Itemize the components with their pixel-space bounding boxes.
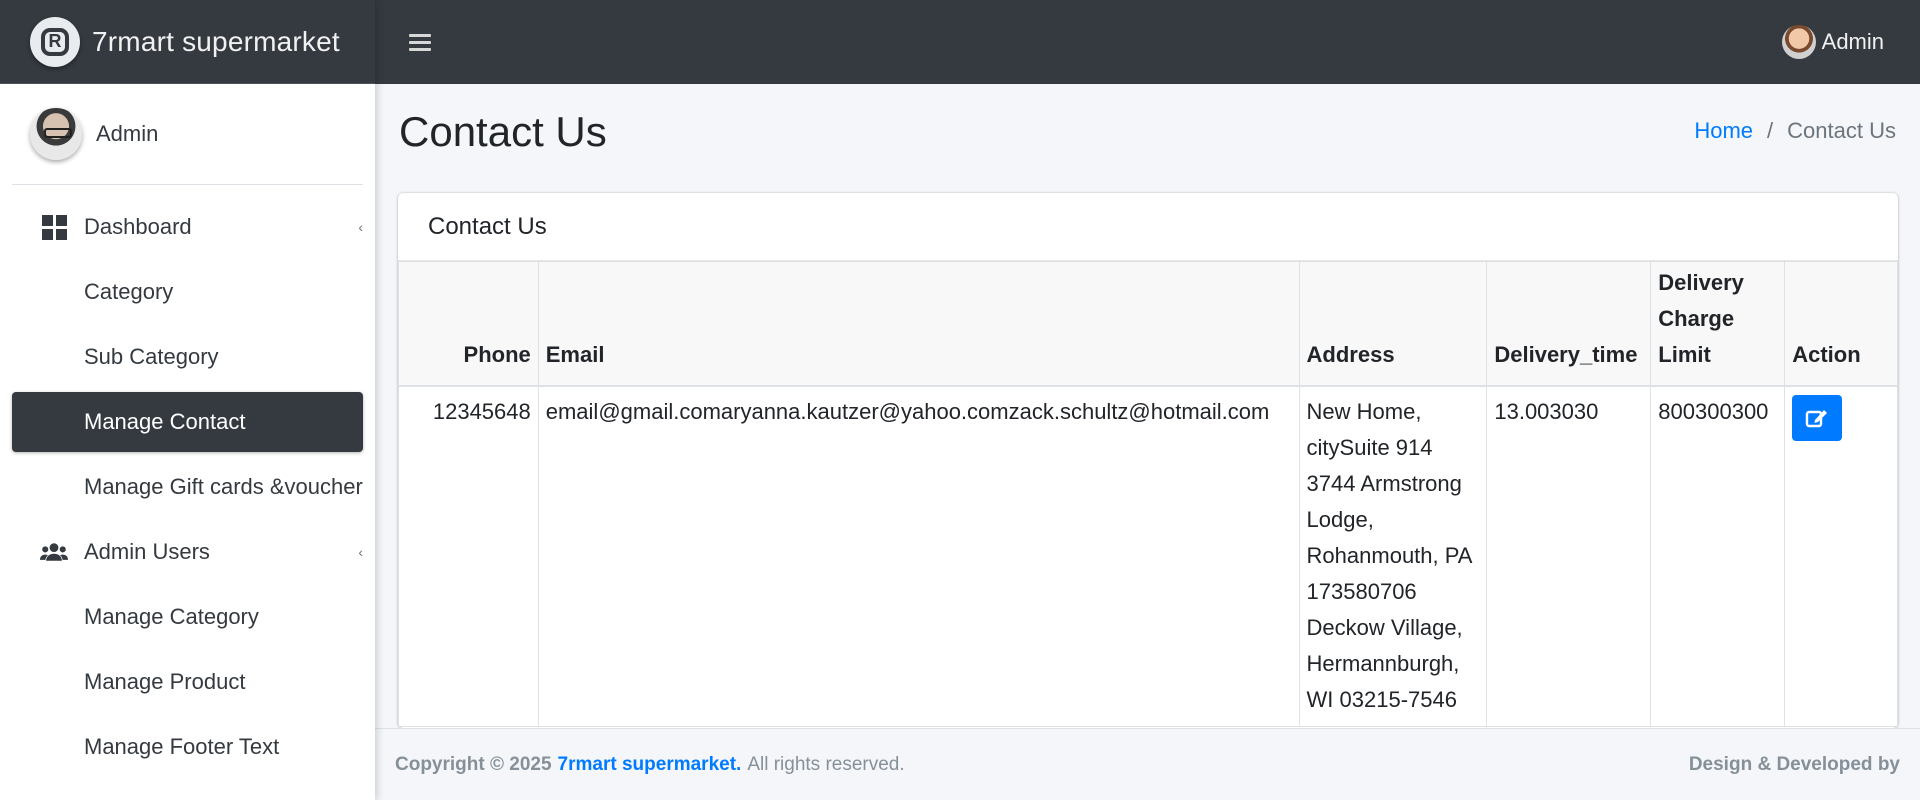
brand-link[interactable]: R 7rmart supermarket — [0, 0, 375, 84]
page-title: Contact Us — [399, 108, 607, 155]
sidebar-item-label: Dashboard — [84, 214, 192, 239]
footer-brand-link[interactable]: 7rmart supermarket. — [558, 754, 742, 776]
table-header-row: Phone Email Address Delivery_time Delive… — [398, 261, 1898, 387]
footer-copyright: Copyright © 2025 — [395, 753, 552, 775]
brand-logo-letter: R — [41, 27, 69, 56]
sidebar-item-label: Manage Product — [84, 669, 246, 694]
hamburger-icon[interactable] — [409, 33, 431, 51]
edit-icon — [1806, 409, 1828, 427]
breadcrumb: Home / Contact Us — [1694, 118, 1896, 144]
edit-button[interactable] — [1792, 394, 1843, 441]
breadcrumb-home[interactable]: Home — [1694, 118, 1753, 144]
sidebar-item-sub-category[interactable]: Sub Category — [12, 327, 363, 387]
sidebar-item-label: Manage Contact — [84, 409, 246, 434]
brand-logo: R — [30, 16, 80, 67]
user-avatar — [30, 108, 82, 160]
chevron-left-icon: ‹ — [358, 219, 363, 235]
sidebar-item-label: Category — [84, 279, 174, 304]
column-header-phone: Phone — [398, 261, 539, 387]
top-user-avatar — [1781, 25, 1816, 59]
column-header-email: Email — [537, 261, 1300, 387]
card-title: Contact Us — [398, 193, 1898, 261]
cell-phone: 12345648 — [398, 385, 539, 727]
cell-email: email@gmail.comaryanna.kautzer@yahoo.com… — [537, 385, 1300, 727]
contact-table: Phone Email Address Delivery_time Delive… — [398, 261, 1898, 727]
sidebar-item-label: Admin Users — [84, 539, 210, 564]
column-header-delivery-charge-limit: Delivery Charge Limit — [1650, 261, 1786, 387]
user-panel-name[interactable]: Admin — [96, 121, 158, 147]
cell-action — [1784, 385, 1898, 727]
sidebar-item-admin-users[interactable]: Admin Users ‹ — [12, 522, 363, 582]
sidebar-item-manage-contact[interactable]: Manage Contact — [12, 392, 363, 452]
brand-name: 7rmart supermarket — [92, 25, 340, 57]
column-header-address: Address — [1298, 261, 1488, 387]
users-icon — [40, 538, 68, 566]
cell-delivery-charge-limit: 800300300 — [1650, 385, 1786, 727]
sidebar-item-manage-category[interactable]: Manage Category — [12, 587, 363, 647]
contact-card: Contact Us Phone Email Address Delivery_… — [398, 193, 1898, 728]
sidebar-item-label: Manage Gift cards &voucher — [84, 474, 363, 499]
sidebar-item-dashboard[interactable]: Dashboard ‹ — [12, 197, 363, 257]
cell-delivery-time: 13.003030 — [1486, 385, 1652, 727]
topbar: Admin — [375, 0, 1920, 84]
cell-address: New Home, citySuite 914 3744 Armstrong L… — [1298, 385, 1488, 727]
breadcrumb-separator: / — [1767, 118, 1774, 143]
footer-credit: Design & Developed by — [1688, 753, 1900, 775]
column-header-delivery-time: Delivery_time — [1486, 261, 1652, 387]
content: Contact Us Home / Contact Us Contact Us … — [375, 84, 1920, 728]
sidebar-item-label: Manage Category — [84, 604, 259, 629]
footer-rights: All rights reserved. — [747, 753, 905, 775]
chevron-left-icon: ‹ — [358, 544, 363, 560]
column-header-action: Action — [1784, 261, 1898, 387]
sidebar-item-category[interactable]: Category — [12, 262, 363, 322]
sidebar-nav: Dashboard ‹ Category Sub Category Manage… — [0, 185, 375, 777]
footer: Copyright © 2025 7rmart supermarket. All… — [375, 728, 1920, 800]
sidebar-item-label: Sub Category — [84, 344, 219, 369]
sidebar-item-manage-product[interactable]: Manage Product — [12, 652, 363, 712]
sidebar-item-manage-gift-cards[interactable]: Manage Gift cards &voucher — [12, 457, 363, 517]
breadcrumb-current: Contact Us — [1787, 118, 1896, 143]
top-user-menu[interactable]: Admin — [1781, 0, 1884, 84]
top-user-name: Admin — [1821, 29, 1884, 54]
table-row: 12345648 email@gmail.comaryanna.kautzer@… — [398, 385, 1898, 727]
sidebar: R 7rmart supermarket Admin Dashboard ‹ C… — [0, 0, 375, 800]
sidebar-item-label: Manage Footer Text — [84, 734, 280, 759]
sidebar-item-manage-footer-text[interactable]: Manage Footer Text — [12, 717, 363, 777]
user-panel[interactable]: Admin — [12, 84, 363, 185]
dashboard-icon — [40, 213, 68, 241]
